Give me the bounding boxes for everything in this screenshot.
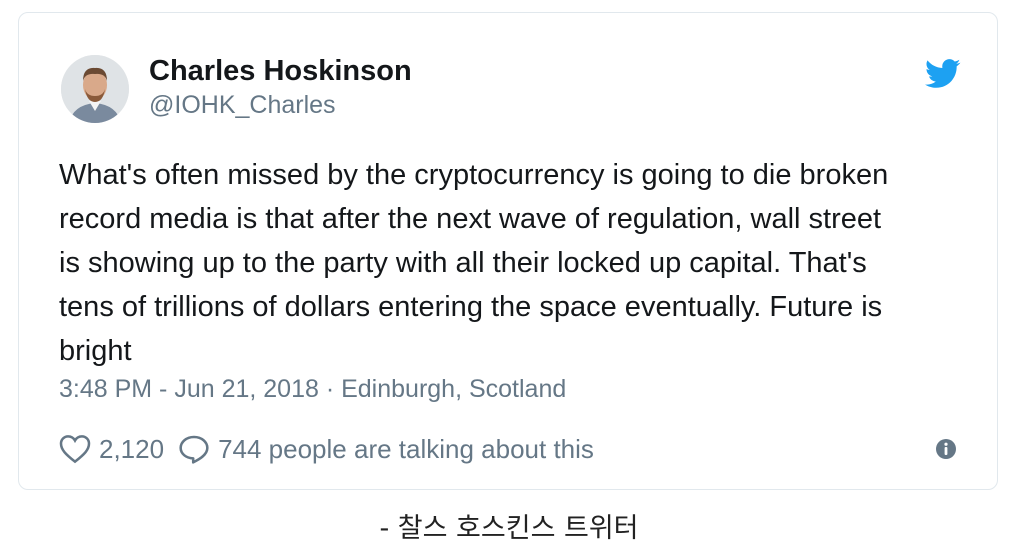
tweet-text-line: bright bbox=[59, 335, 132, 367]
image-caption: - 찰스 호스킨스 트위터 bbox=[379, 513, 639, 544]
heart-icon[interactable] bbox=[59, 434, 91, 464]
tweet-text-line: What's often missed by the cryptocurrenc… bbox=[59, 159, 889, 191]
tweet-text: What's often missed by the cryptocurrenc… bbox=[59, 153, 989, 373]
tweet-actions: 2,120 744 people are talking about this bbox=[59, 431, 594, 467]
tweet-text-line: is showing up to the party with all thei… bbox=[59, 247, 867, 279]
author-name[interactable]: Charles Hoskinson bbox=[149, 55, 412, 88]
author-avatar[interactable] bbox=[61, 55, 129, 123]
twitter-bird-icon[interactable] bbox=[925, 59, 961, 89]
like-count[interactable]: 2,120 bbox=[99, 434, 164, 465]
author-handle[interactable]: @IOHK_Charles bbox=[149, 91, 336, 120]
talking-about-link[interactable]: 744 people are talking about this bbox=[218, 434, 594, 465]
tweet-card[interactable]: Charles Hoskinson @IOHK_Charles What's o… bbox=[18, 12, 998, 490]
speech-bubble-icon[interactable] bbox=[178, 434, 210, 464]
tweet-text-line: tens of trillions of dollars entering th… bbox=[59, 291, 883, 323]
tweet-text-line: record media is that after the next wave… bbox=[59, 203, 882, 235]
tweet-timestamp-location[interactable]: 3:48 PM - Jun 21, 2018 · Edinburgh, Scot… bbox=[59, 375, 566, 404]
info-icon[interactable] bbox=[935, 438, 957, 460]
